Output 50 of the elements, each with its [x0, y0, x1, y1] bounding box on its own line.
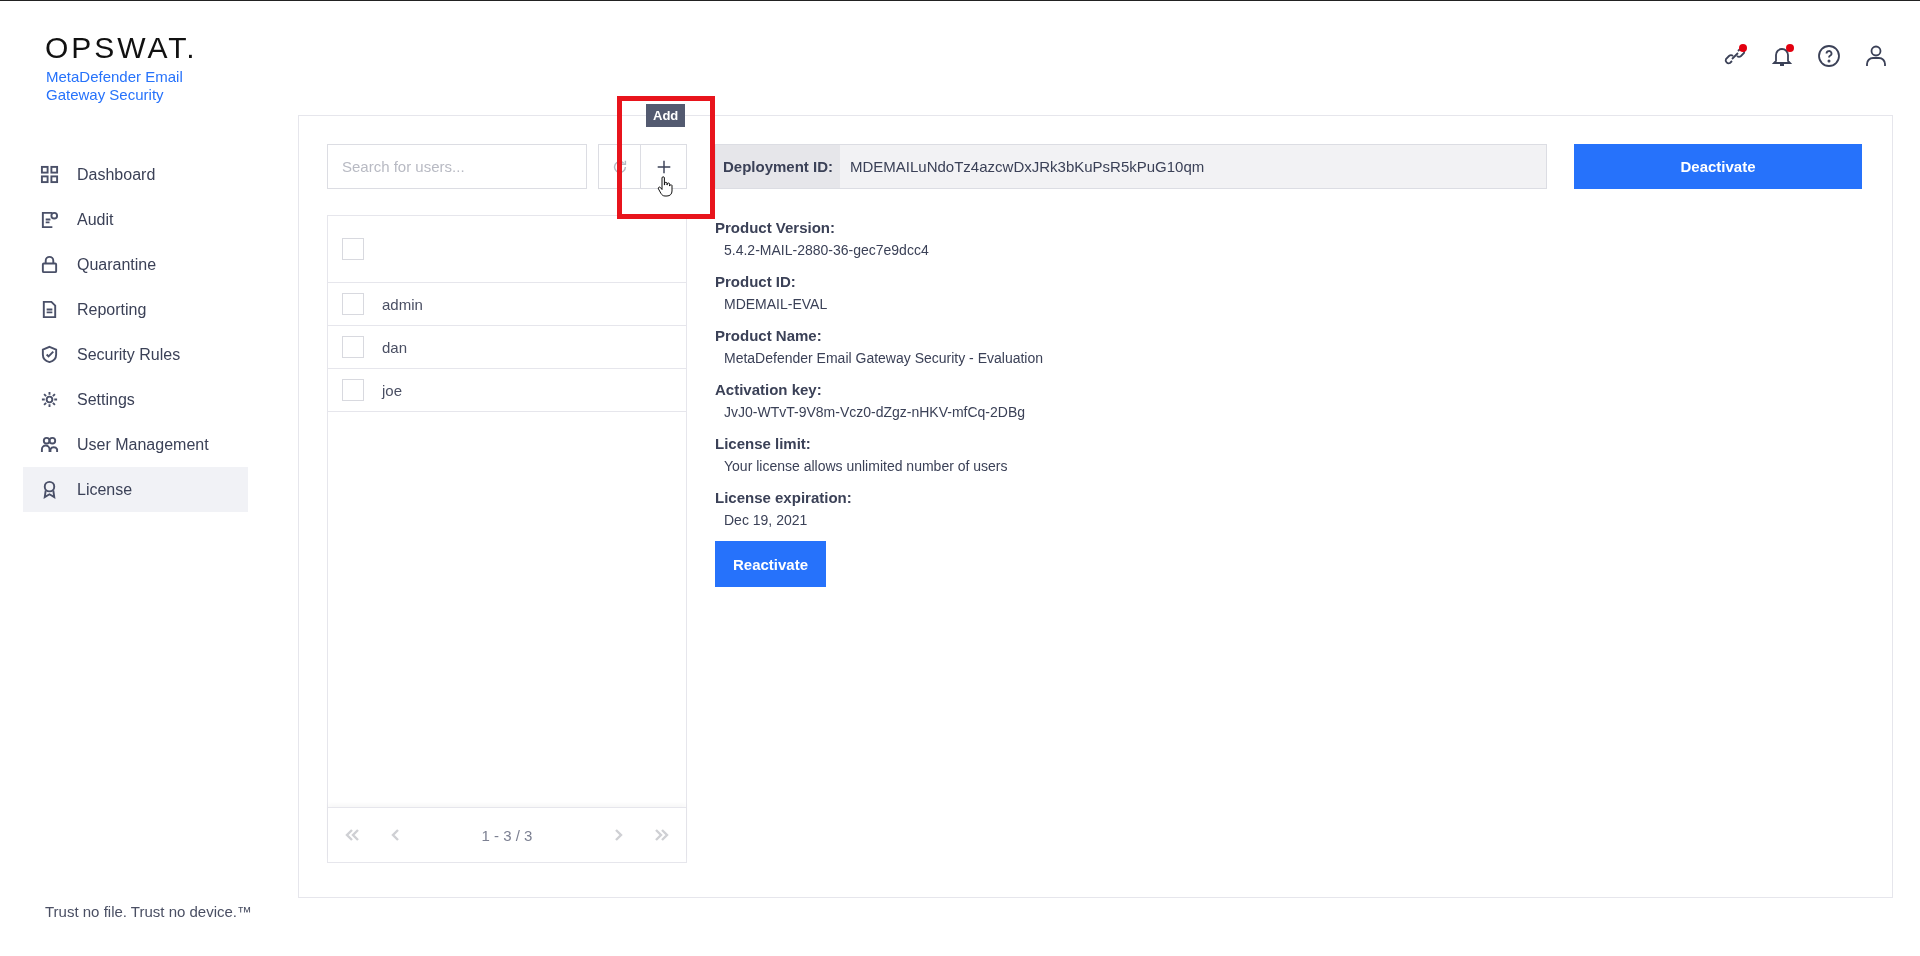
document-icon	[40, 300, 59, 319]
settings-icon	[40, 390, 59, 409]
document-search-icon	[40, 210, 59, 229]
deployment-id: MDEMAILuNdoTz4azcwDxJRk3bKuPsR5kPuG10qm	[849, 157, 1205, 177]
page-count: 1 - 3 / 3	[480, 826, 534, 844]
user-name[interactable]: joe	[382, 381, 403, 399]
tooltip: Add	[646, 104, 686, 127]
field-value: MetaDefender Email Gateway Security - Evaluation	[723, 349, 1044, 368]
add-button[interactable]	[641, 144, 687, 189]
row-checkbox[interactable]	[342, 293, 364, 315]
sidebar-item[interactable]: Audit	[23, 197, 248, 242]
sidebar-item[interactable]: Quarantine	[23, 242, 248, 287]
grid-icon	[40, 165, 59, 184]
reactivate-button[interactable]: Reactivate	[715, 541, 827, 587]
sidebar-item[interactable]: Security Rules	[23, 332, 248, 377]
opswat-logo: OPSWAT.	[45, 31, 198, 65]
notification-icon[interactable]	[1769, 43, 1795, 69]
search-field[interactable]: Search for users...	[327, 144, 587, 189]
row-checkbox[interactable]	[342, 379, 364, 401]
sidebar-item[interactable]: Settings	[23, 377, 248, 422]
field-value: Dec 19, 2021	[723, 511, 809, 530]
sidebar-item[interactable]: User Management	[23, 422, 248, 467]
sidebar-item[interactable]: Dashboard	[23, 152, 248, 197]
refresh-button[interactable]	[598, 144, 641, 189]
hand-cursor-icon	[657, 176, 673, 198]
tagline: Trust no file. Trust no device.™	[45, 903, 253, 920]
field-value: MDEMAIL-EVAL	[723, 295, 829, 314]
field-value: 5.4.2-MAIL-2880-36-gec7e9dcc4	[723, 241, 930, 260]
lock-icon	[40, 255, 59, 274]
field-value: Your license allows unlimited number of users	[723, 457, 1009, 476]
field-label: Activation key:	[715, 380, 823, 400]
user-name[interactable]: admin	[382, 295, 423, 313]
field-value: JvJ0-WTvT-9V8m-Vcz0-dZgz-nHKV-mfCq-2DBg	[723, 403, 1027, 422]
field-label: Deployment ID:	[716, 145, 840, 188]
product-name: MetaDefender Email Gateway Security	[46, 68, 184, 104]
select-all-checkbox[interactable]	[342, 238, 364, 260]
field-label: Product ID:	[715, 272, 797, 292]
field-label: Product Name:	[715, 326, 823, 346]
row-checkbox[interactable]	[342, 336, 364, 358]
users-icon	[40, 435, 59, 454]
user-icon[interactable]	[1863, 43, 1889, 69]
user-name[interactable]: dan	[382, 338, 408, 356]
deactivate-button[interactable]: Deactivate	[1574, 144, 1862, 189]
shield-check-icon	[40, 345, 59, 364]
field-label: License expiration:	[715, 488, 853, 508]
sidebar-item[interactable]: Reporting	[23, 287, 248, 332]
help-icon[interactable]	[1816, 43, 1842, 69]
field-label: Product Version:	[715, 218, 837, 238]
field-label: License limit:	[715, 434, 812, 454]
sidebar-item[interactable]: License	[23, 467, 248, 512]
